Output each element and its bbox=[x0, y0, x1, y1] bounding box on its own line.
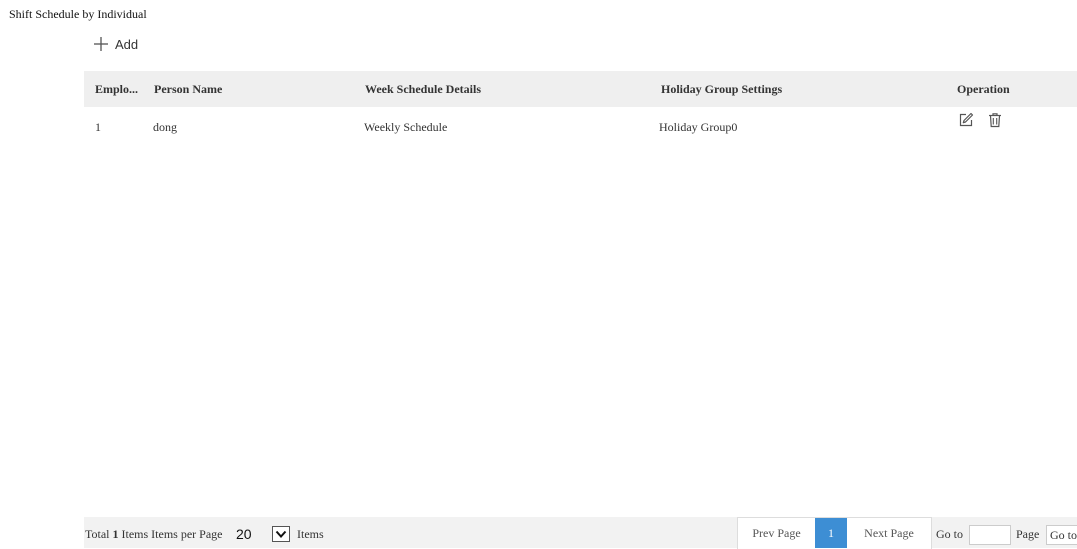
schedule-table: Emplo... Person Name Week Schedule Detai… bbox=[84, 71, 1077, 147]
table-header-row: Emplo... Person Name Week Schedule Detai… bbox=[84, 71, 1077, 107]
delete-icon[interactable] bbox=[987, 112, 1003, 128]
cell-holiday-group: Holiday Group0 bbox=[659, 119, 738, 134]
chevron-down-icon[interactable] bbox=[272, 526, 290, 542]
goto-label: Go to bbox=[936, 527, 963, 541]
goto-button[interactable]: Go to bbox=[1046, 525, 1077, 545]
next-page-button[interactable]: Next Page bbox=[847, 518, 931, 548]
goto-page-input[interactable] bbox=[969, 525, 1011, 545]
cell-operation bbox=[955, 107, 1077, 147]
total-suffix: Items Items per Page bbox=[118, 527, 223, 541]
page-label: Page bbox=[1016, 527, 1040, 541]
column-header-employee[interactable]: Emplo... bbox=[84, 71, 153, 107]
total-prefix: Total bbox=[85, 527, 113, 541]
column-header-operation: Operation bbox=[957, 81, 1010, 96]
column-header-week-schedule[interactable]: Week Schedule Details bbox=[364, 71, 659, 107]
total-items-text: Total 1 Items Items per Page bbox=[85, 527, 222, 542]
pagination-footer: Total 1 Items Items per Page 20 Items Pr… bbox=[84, 517, 1077, 549]
cell-week-schedule: Weekly Schedule bbox=[364, 119, 448, 134]
items-per-page-value: 20 bbox=[236, 526, 252, 542]
pager: Prev Page 1 Next Page bbox=[737, 517, 932, 549]
cell-person-name: dong bbox=[153, 119, 177, 134]
add-button-label: Add bbox=[115, 36, 139, 52]
edit-icon[interactable] bbox=[958, 112, 974, 128]
cell-employee: 1 bbox=[95, 119, 101, 134]
plus-icon bbox=[94, 37, 108, 51]
table-row[interactable]: 1 dong Weekly Schedule Holiday Group0 bbox=[84, 107, 1077, 147]
items-per-page-select[interactable]: 20 bbox=[234, 525, 290, 543]
column-header-person-name[interactable]: Person Name bbox=[153, 71, 364, 107]
current-page-button[interactable]: 1 bbox=[815, 518, 847, 548]
page-title: Shift Schedule by Individual bbox=[9, 7, 147, 21]
items-label: Items bbox=[297, 527, 324, 541]
column-header-holiday-group[interactable]: Holiday Group Settings bbox=[659, 71, 955, 107]
add-button[interactable]: Add bbox=[93, 36, 138, 52]
prev-page-button[interactable]: Prev Page bbox=[738, 518, 815, 548]
